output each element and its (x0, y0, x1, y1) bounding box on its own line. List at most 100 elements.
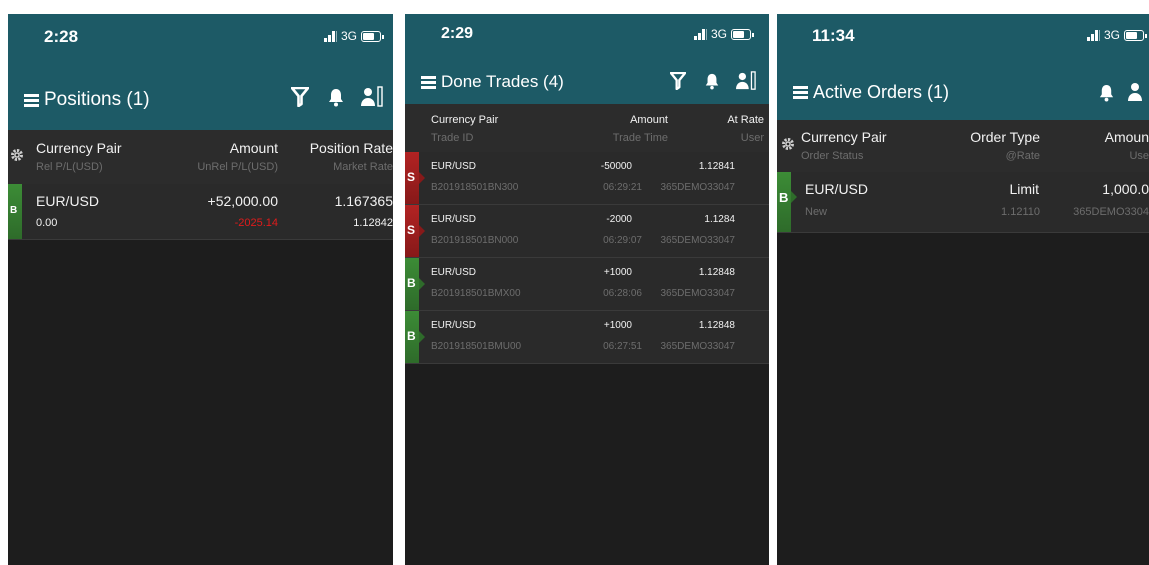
side-arrow (419, 225, 425, 237)
row-amount: -2000 (606, 214, 632, 225)
menu-button[interactable]: Active Orders (1) (793, 82, 949, 103)
system-icons: 3G (1086, 28, 1147, 42)
gear-icon[interactable] (781, 137, 795, 156)
row-amount: +1000 (603, 267, 632, 278)
app-bar: Positions (1) (8, 66, 393, 130)
row-amount: 1,000.0 (1102, 181, 1149, 197)
row-currency-pair: EUR/USD (805, 181, 869, 197)
status-bar: 2:28 3G (8, 14, 393, 66)
row-currency-pair: EUR/USD (36, 193, 100, 209)
row-user: 365DEMO33047 (660, 341, 736, 352)
side-label: B (407, 329, 416, 343)
page-title: Done Trades (4) (441, 72, 564, 91)
row-trade-time: 06:28:06 (603, 288, 642, 299)
row-currency-pair: EUR/USD (431, 267, 477, 278)
row-trade-id: B201918501BMX00 (431, 288, 521, 299)
user-icon[interactable] (359, 84, 385, 110)
header-unrel-pl: UnRel P/L(USD) (197, 161, 278, 173)
side-arrow (791, 191, 797, 203)
row-currency-pair: EUR/USD (431, 320, 477, 331)
user-icon[interactable] (1127, 79, 1149, 105)
row-amount: -50000 (600, 161, 632, 172)
toolbar-actions (665, 68, 759, 94)
battery-icon (731, 28, 754, 40)
network-label: 3G (1103, 28, 1120, 42)
side-label: S (407, 170, 416, 184)
header-position-rate: Position Rate (309, 140, 393, 156)
header-amount: Amount (229, 140, 278, 156)
column-header: Currency Pair Trade ID Amount Trade Time… (405, 104, 769, 152)
row-trade-id: B201918501BN000 (431, 235, 519, 246)
position-row[interactable]: B EUR/USD 0.00 +52,000.00 -2025.14 1.167… (8, 184, 393, 240)
column-header: Currency Pair Rel P/L(USD) Amount UnRel … (8, 130, 393, 184)
row-currency-pair: EUR/USD (431, 214, 477, 225)
trade-row[interactable]: S EUR/USD B201918501BN300 -50000 06:29:2… (405, 152, 769, 205)
system-icons: 3G (323, 29, 384, 43)
trade-row[interactable]: B EUR/USD B201918501BMU00 +1000 06:27:51… (405, 311, 769, 364)
trade-row[interactable]: S EUR/USD B201918501BN000 -2000 06:29:07… (405, 205, 769, 258)
menu-button[interactable]: Done Trades (4) (421, 72, 564, 92)
hamburger-icon (793, 84, 808, 101)
row-trade-id: B201918501BMU00 (431, 341, 522, 352)
order-row[interactable]: B EUR/USD New Limit 1.12110 1,000.0 365D… (777, 172, 1149, 233)
header-user: User (740, 132, 764, 144)
side-label: B (779, 190, 789, 205)
row-position-rate: 1.167365 (334, 193, 393, 209)
signal-icon (1086, 29, 1100, 41)
gear-icon[interactable] (10, 148, 24, 167)
row-user: 365DEMO33047 (660, 182, 736, 193)
row-at-rate: 1.12848 (698, 267, 735, 278)
row-currency-pair: EUR/USD (431, 161, 477, 172)
row-trade-time: 06:29:21 (603, 182, 642, 193)
side-arrow (419, 172, 425, 184)
side-label: S (407, 223, 416, 237)
header-currency-pair: Currency Pair (801, 129, 887, 145)
row-rel-pl: 0.00 (36, 217, 58, 229)
column-header: Currency Pair Order Status Order Type @R… (777, 120, 1149, 172)
clock: 2:29 (441, 25, 474, 42)
bell-icon[interactable] (699, 68, 725, 94)
bell-icon[interactable] (1093, 79, 1119, 105)
header-rel-pl: Rel P/L(USD) (36, 161, 103, 173)
battery-icon (361, 30, 384, 42)
battery-icon (1124, 29, 1147, 41)
positions-screen: 2:28 3G Positions (1) Currency Pair Rel … (8, 14, 393, 565)
status-bar: 2:29 3G (405, 14, 769, 60)
row-trade-id: B201918501BN300 (431, 182, 519, 193)
clock: 11:34 (812, 26, 855, 45)
hamburger-icon (421, 74, 436, 91)
user-icon[interactable] (733, 68, 759, 94)
side-arrow (419, 278, 425, 290)
row-rate: 1.12110 (1001, 206, 1040, 218)
row-user: 365DEMO3304 (1073, 206, 1149, 218)
page-title: Active Orders (1) (813, 82, 950, 102)
signal-icon (323, 30, 337, 42)
signal-icon (693, 28, 707, 40)
header-market-rate: Market Rate (333, 161, 393, 173)
trade-row[interactable]: B EUR/USD B201918501BMX00 +1000 06:28:06… (405, 258, 769, 311)
filter-icon[interactable] (665, 68, 691, 94)
row-at-rate: 1.12841 (698, 161, 735, 172)
system-icons: 3G (693, 27, 754, 41)
side-arrow (419, 331, 425, 343)
header-currency-pair: Currency Pair (36, 140, 122, 156)
header-order-status: Order Status (801, 150, 864, 162)
row-amount: +1000 (603, 320, 632, 331)
header-amount: Amount (630, 114, 668, 126)
toolbar-actions (1093, 79, 1149, 105)
clock: 2:28 (44, 27, 79, 46)
header-order-type: Order Type (970, 129, 1040, 145)
active-orders-screen: 11:34 3G Active Orders (1) Currency Pair… (777, 14, 1149, 565)
row-order-status: New (805, 206, 828, 218)
bell-icon[interactable] (323, 84, 349, 110)
menu-button[interactable]: Positions (1) (24, 89, 150, 111)
row-order-type: Limit (1009, 181, 1039, 197)
filter-icon[interactable] (287, 84, 313, 110)
status-bar: 11:34 3G (777, 14, 1149, 64)
header-trade-id: Trade ID (431, 132, 474, 144)
row-at-rate: 1.12848 (698, 320, 735, 331)
hamburger-icon (24, 92, 39, 109)
row-unrel-pl: -2025.14 (234, 217, 278, 229)
app-bar: Active Orders (1) (777, 64, 1149, 120)
page-title: Positions (1) (44, 89, 150, 110)
